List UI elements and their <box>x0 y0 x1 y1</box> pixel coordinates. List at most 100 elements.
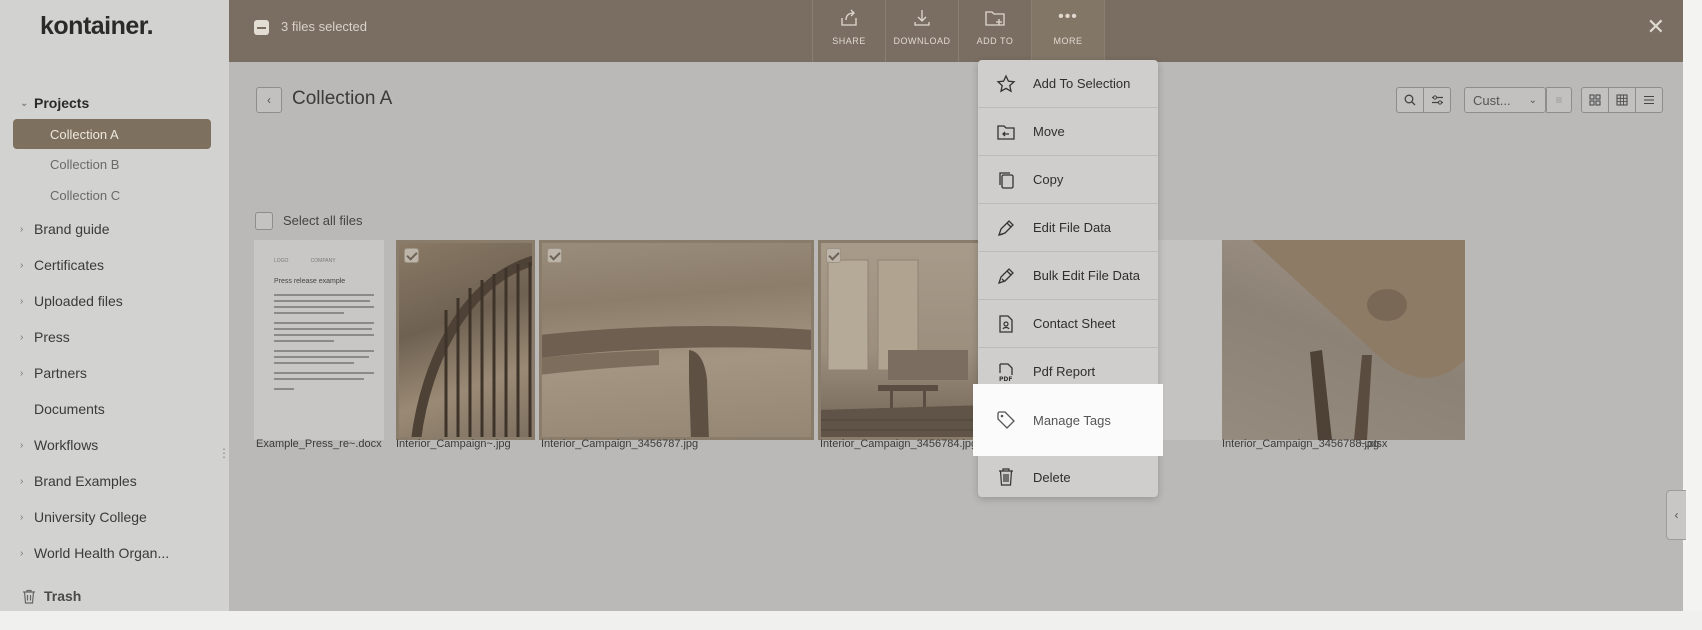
sidebar-item-label: University College <box>34 509 147 525</box>
file-checkbox[interactable] <box>547 248 562 263</box>
add-to-label: ADD TO <box>976 36 1014 46</box>
view-list-button[interactable] <box>1635 87 1663 113</box>
trash-label: Trash <box>44 588 82 604</box>
file-name[interactable]: Interior_Campaign_3456784.jpg <box>820 438 977 450</box>
svg-text:PDF: PDF <box>999 376 1012 382</box>
file-checkbox[interactable] <box>404 248 419 263</box>
sidebar-item-world-health-organ[interactable]: › World Health Organ... <box>20 538 169 568</box>
image-chair-closeup-illustration <box>539 326 814 440</box>
sidebar-item-label: Workflows <box>34 437 99 453</box>
back-button[interactable]: ‹ <box>256 87 282 113</box>
more-dots-icon: ••• <box>1058 8 1078 25</box>
sidebar-item-label: Brand Examples <box>34 473 137 489</box>
sidebar-item-documents[interactable]: Documents <box>34 394 105 424</box>
tag-icon <box>996 411 1015 429</box>
file-thumbnail-docx[interactable]: LOGO COMPANY Press release example <box>254 240 384 440</box>
sidebar-item-label: Uploaded files <box>34 293 123 309</box>
select-all-label: Select all files <box>283 213 363 228</box>
chevron-right-icon: › <box>20 223 24 235</box>
sort-direction-button[interactable]: ≡ <box>1546 87 1572 113</box>
sidebar-item-brand-examples[interactable]: › Brand Examples <box>20 466 137 496</box>
bottom-bar <box>0 611 1702 630</box>
image-living-room-illustration <box>818 259 988 440</box>
sidebar-item-collection-c[interactable]: Collection C <box>13 180 211 210</box>
add-to-button[interactable]: ADD TO <box>958 0 1031 62</box>
file-name[interactable]: Interior_Campaign~.jpg <box>396 438 511 450</box>
download-label: DOWNLOAD <box>893 36 951 46</box>
close-icon[interactable]: ✕ <box>1647 16 1665 38</box>
menu-item-copy[interactable]: Copy <box>978 156 1158 204</box>
app-logo[interactable]: kontainer. <box>40 12 154 41</box>
sidebar-item-university-college[interactable]: › University College <box>20 502 147 532</box>
menu-item-delete[interactable]: Delete <box>978 456 1158 498</box>
menu-item-add-to-selection[interactable]: Add To Selection <box>978 60 1158 108</box>
sidebar-item-projects[interactable]: ⌄ Projects <box>20 88 89 118</box>
sidebar-item-label: World Health Organ... <box>34 545 170 561</box>
doc-preview-header: LOGO COMPANY <box>274 258 336 264</box>
select-all-checkbox[interactable] <box>255 212 273 230</box>
sidebar-item-partners[interactable]: › Partners <box>20 358 87 388</box>
copy-icon <box>998 171 1014 189</box>
view-grid-large-button[interactable] <box>1581 87 1609 113</box>
sidebar-item-workflows[interactable]: › Workflows <box>20 430 98 460</box>
sort-select[interactable]: Cust... ⌄ <box>1464 87 1546 113</box>
chevron-right-icon: › <box>20 295 24 307</box>
search-button[interactable] <box>1396 87 1424 113</box>
menu-item-label: Manage Tags <box>1033 412 1111 428</box>
sidebar-item-collection-a[interactable]: Collection A <box>13 119 211 149</box>
image-stairs-illustration <box>411 255 535 440</box>
menu-item-bulk-edit-file-data[interactable]: Bulk Edit File Data <box>978 252 1158 300</box>
filter-button[interactable] <box>1423 87 1451 113</box>
menu-item-edit-file-data[interactable]: Edit File Data <box>978 204 1158 252</box>
more-button[interactable]: ••• MORE <box>1031 0 1104 62</box>
sidebar-item-collection-b[interactable]: Collection B <box>13 149 211 179</box>
sidebar-item-uploaded-files[interactable]: › Uploaded files <box>20 286 123 316</box>
view-grid-small-button[interactable] <box>1608 87 1636 113</box>
selection-toolbar: 3 files selected SHARE DOWNLOAD ADD TO •… <box>229 0 1683 62</box>
sidebar-item-label: Certificates <box>34 257 105 273</box>
chevron-right-icon: › <box>20 259 24 271</box>
more-label: MORE <box>1053 36 1083 46</box>
file-thumbnail-jpg[interactable] <box>396 240 535 440</box>
image-table-corner-illustration <box>1252 240 1465 440</box>
share-label: SHARE <box>832 36 866 46</box>
selected-count: 3 files selected <box>281 19 367 34</box>
doc-preview-heading: Press release example <box>274 278 346 285</box>
chevron-right-icon: › <box>20 547 24 559</box>
sidebar-item-certificates[interactable]: › Certificates <box>20 250 104 280</box>
menu-item-contact-sheet[interactable]: Contact Sheet <box>978 300 1158 348</box>
download-button[interactable]: DOWNLOAD <box>885 0 958 62</box>
star-icon <box>995 73 1016 92</box>
file-name[interactable]: Interior_Campaign_3456787.jpg <box>541 438 698 450</box>
file-thumbnail-jpg[interactable] <box>1222 240 1465 440</box>
sidebar-item-label: Partners <box>34 365 87 381</box>
deselect-checkbox[interactable] <box>254 20 269 35</box>
grid-small-icon <box>1616 94 1628 106</box>
share-button[interactable]: SHARE <box>812 0 885 62</box>
sidebar-item-label: Projects <box>34 95 90 111</box>
sidebar-item-trash[interactable]: Trash <box>22 588 81 604</box>
file-thumbnail-jpg[interactable] <box>539 240 814 440</box>
sidebar-item-press[interactable]: › Press <box>20 322 70 352</box>
chevron-right-icon: › <box>20 367 24 379</box>
menu-item-label: Edit File Data <box>1033 220 1112 235</box>
chevron-right-icon: › <box>20 511 24 523</box>
file-thumbnail-jpg[interactable] <box>818 240 988 440</box>
download-icon <box>914 10 930 26</box>
side-panel-toggle[interactable]: ‹ <box>1666 490 1686 540</box>
file-name[interactable]: Example_Press_re~.docx <box>256 438 382 450</box>
sidebar-item-brand-guide[interactable]: › Brand guide <box>20 214 110 244</box>
file-name[interactable]: Interior_Campaign_3456788.jpg <box>1222 438 1379 450</box>
file-checkbox[interactable] <box>826 248 841 263</box>
chevron-down-icon: ⌄ <box>20 97 29 109</box>
main-content: ‹ Collection A Cust... ⌄ ≡ Select all fi… <box>229 62 1683 611</box>
menu-item-label: Move <box>1033 124 1065 139</box>
chevron-left-icon: ‹ <box>267 93 271 107</box>
menu-item-label: Add To Selection <box>1033 76 1131 91</box>
menu-item-label: Pdf Report <box>1033 364 1096 379</box>
folder-move-icon <box>996 124 1015 140</box>
trash-icon <box>23 589 35 604</box>
menu-item-manage-tags[interactable]: Manage Tags <box>973 384 1163 456</box>
folder-plus-icon <box>985 11 1005 26</box>
menu-item-move[interactable]: Move <box>978 108 1158 156</box>
